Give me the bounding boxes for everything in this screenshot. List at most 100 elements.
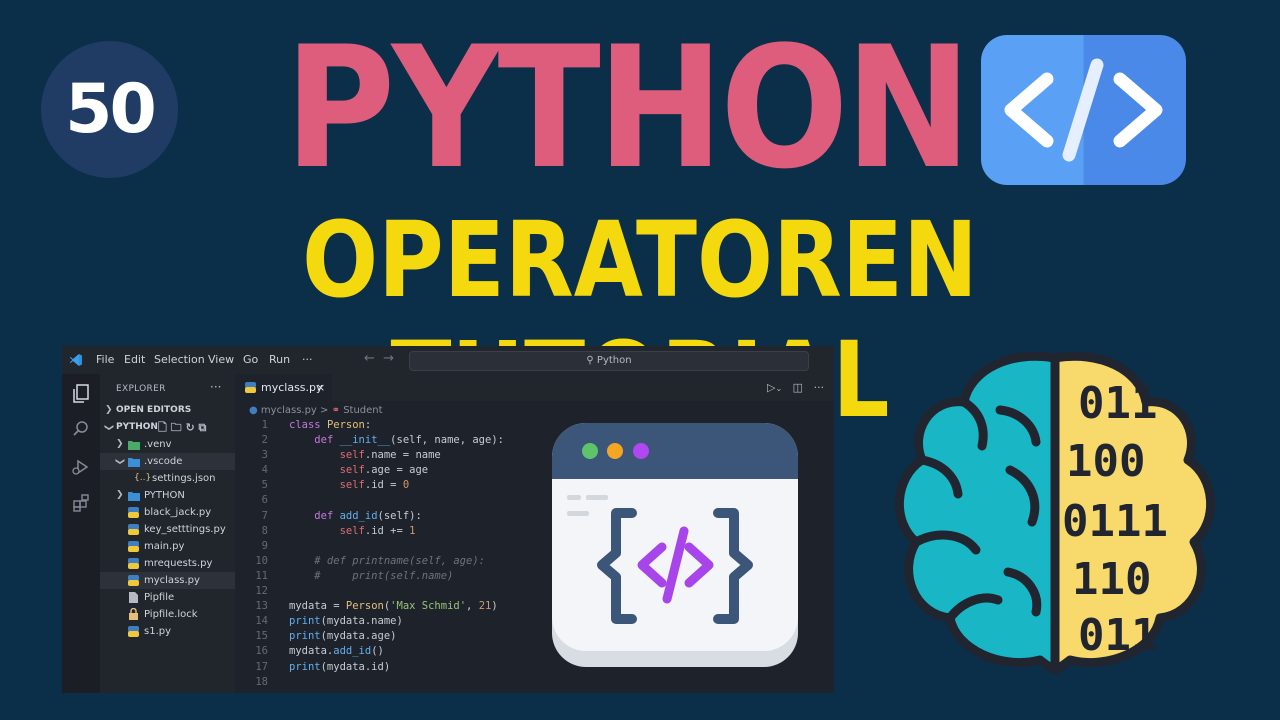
menu-file[interactable]: File	[96, 353, 114, 366]
tree-item-label: mrequests.py	[144, 558, 213, 569]
open-editors-section[interactable]: ❯ OPEN EDITORS	[100, 402, 235, 419]
code-text: mydata.add_id()	[289, 645, 384, 658]
python-file-icon	[128, 626, 139, 637]
vscode-logo-icon	[69, 354, 82, 366]
tab-myclass[interactable]: myclass.py ×	[235, 374, 332, 401]
line-number: 16	[255, 645, 268, 658]
menu-edit[interactable]: Edit	[124, 353, 145, 366]
editor-actions: ▷⌄ ◫ ···	[767, 381, 824, 394]
forward-arrow-icon[interactable]: →	[383, 351, 394, 366]
nav-arrows: ← →	[364, 351, 394, 366]
breadcrumb-symbol[interactable]: Student	[343, 405, 382, 416]
chevron-down-icon: ❯	[103, 423, 114, 432]
menu-bar: File Edit Selection View Go Run ··· ← → …	[62, 346, 834, 374]
episode-badge: 50	[41, 41, 178, 178]
files-icon[interactable]	[72, 384, 90, 404]
menu-go[interactable]: Go	[243, 353, 258, 366]
explorer-actions[interactable]: 🗋 🗀 ↻ ⧉	[158, 419, 206, 436]
code-text: self.name = name	[339, 449, 441, 462]
tree-item-label: key_setttings.py	[144, 524, 226, 535]
folder-section-label: PYTHON	[116, 422, 158, 432]
breadcrumb-file[interactable]: myclass.py	[261, 405, 317, 416]
file-icon	[129, 592, 138, 603]
tree-item[interactable]: s1.py	[100, 623, 235, 640]
tree-item[interactable]: Pipfile	[100, 589, 235, 606]
tree-item[interactable]: ❯ PYTHON	[100, 487, 235, 504]
tree-item-label: PYTHON	[144, 490, 185, 501]
class-symbol-icon: ⚭	[331, 405, 341, 416]
line-number: 9	[261, 539, 268, 552]
menu-more[interactable]: ···	[302, 353, 313, 366]
tree-item[interactable]: main.py	[100, 538, 235, 555]
tree-item-label: .vscode	[144, 456, 183, 467]
chevron-down-icon: ❯	[114, 457, 125, 466]
line-number: 10	[255, 554, 268, 567]
tree-item[interactable]: key_setttings.py	[100, 521, 235, 538]
main-title: PYTHON	[284, 10, 972, 206]
tree-item[interactable]: myclass.py	[100, 572, 235, 589]
menu-selection[interactable]: Selection	[154, 353, 205, 366]
binary-brain-icon: 011 100 0111 110 011	[894, 351, 1216, 675]
code-text: # print(self.name)	[289, 569, 454, 582]
line-number: 11	[255, 569, 268, 582]
tree-item[interactable]: {..} settings.json	[100, 470, 235, 487]
tree-item-label: black_jack.py	[144, 507, 212, 518]
folder-icon	[128, 441, 140, 450]
menu-view[interactable]: View	[208, 353, 234, 366]
chevron-down-icon[interactable]: ⌄	[775, 384, 782, 393]
tree-item-label: myclass.py	[144, 575, 200, 586]
more-actions-icon[interactable]: ···	[814, 381, 825, 394]
code-text: class Person:	[289, 419, 372, 431]
tree-item[interactable]: ❯ .venv	[100, 436, 235, 453]
activity-bar	[62, 374, 100, 693]
tree-item-label: Pipfile	[144, 592, 175, 603]
line-number: 3	[261, 449, 268, 462]
svg-text:011: 011	[1078, 378, 1157, 429]
code-brackets-icon	[981, 35, 1186, 185]
line-number: 18	[255, 675, 268, 688]
json-icon: {..}	[134, 473, 152, 483]
close-icon[interactable]: ×	[316, 374, 325, 401]
tree-item-label: settings.json	[152, 473, 216, 484]
folder-open-icon	[128, 458, 140, 467]
tree-item[interactable]: black_jack.py	[100, 504, 235, 521]
svg-text:011: 011	[1078, 610, 1157, 661]
search-activity-icon[interactable]	[72, 420, 90, 438]
python-file-icon	[128, 507, 139, 518]
tree-item[interactable]: mrequests.py	[100, 555, 235, 572]
menu-run[interactable]: Run	[269, 353, 290, 366]
line-number: 1	[261, 419, 268, 431]
line-number: 5	[261, 479, 268, 492]
line-number: 4	[261, 464, 268, 477]
line-number: 17	[255, 660, 268, 673]
search-label: Python	[596, 355, 632, 366]
tree-item[interactable]: ❯ .vscode	[100, 453, 235, 470]
code-text: self.age = age	[339, 464, 429, 477]
command-search[interactable]: ⚲ Python	[409, 351, 809, 371]
tree-item-label: s1.py	[144, 626, 172, 637]
code-text: def add_id(self):	[314, 509, 422, 522]
browser-code-window-icon	[552, 423, 798, 667]
tree-item[interactable]: Pipfile.lock	[100, 606, 235, 623]
tab-bar: myclass.py × ▷⌄ ◫ ···	[235, 374, 834, 401]
breadcrumb-separator: >	[320, 405, 329, 416]
tree-item-label: main.py	[144, 541, 185, 552]
svg-text:100: 100	[1066, 436, 1145, 487]
tab-label: myclass.py	[261, 381, 323, 394]
episode-number: 50	[65, 70, 157, 149]
extensions-icon[interactable]	[72, 494, 90, 512]
search-icon: ⚲	[586, 355, 594, 366]
explorer-more-icon[interactable]: ···	[210, 380, 221, 394]
line-number: 13	[255, 600, 268, 613]
folder-section-python[interactable]: ❯ PYTHON 🗋 🗀 ↻ ⧉	[100, 419, 235, 436]
run-debug-icon[interactable]	[72, 458, 90, 476]
chevron-right-icon: ❯	[116, 439, 124, 449]
split-editor-icon[interactable]: ◫	[793, 381, 803, 394]
python-file-icon	[128, 541, 139, 552]
code-text: print(mydata.id)	[289, 660, 391, 673]
code-text: def __init__(self, name, age):	[314, 434, 504, 447]
line-number: 8	[261, 524, 268, 537]
binary-digits: 011 100 0111 110 011	[1062, 378, 1168, 661]
back-arrow-icon[interactable]: ←	[364, 351, 375, 366]
code-text: print(mydata.name)	[289, 615, 403, 628]
